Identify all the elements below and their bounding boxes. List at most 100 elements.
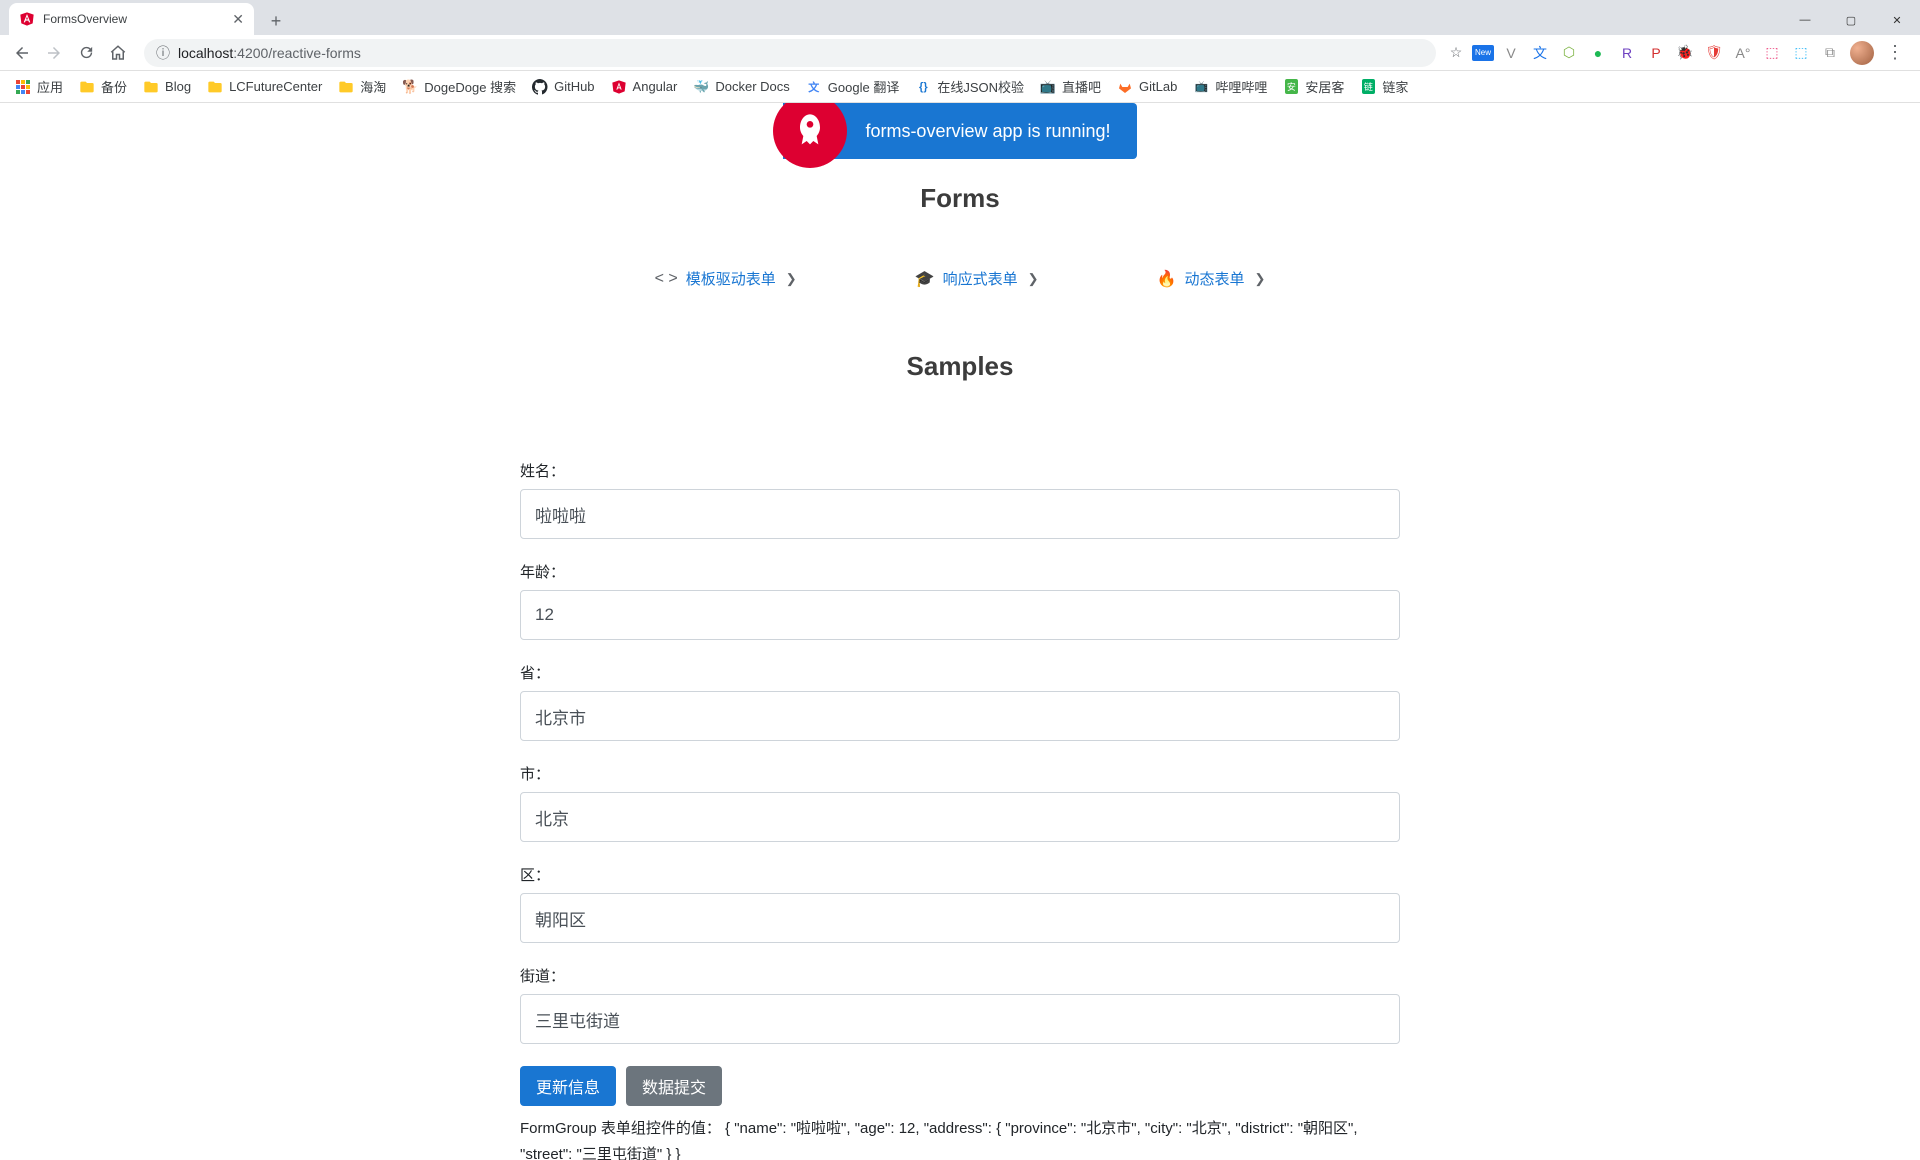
- form-type-link[interactable]: 🎓响应式表单❯: [915, 268, 1039, 289]
- field-input-city[interactable]: [520, 792, 1400, 842]
- extension-icon[interactable]: ⬡: [1557, 41, 1581, 65]
- gh-icon: [532, 79, 548, 95]
- bookmark-item[interactable]: 链链家: [1353, 73, 1415, 100]
- bookmark-label: 链家: [1382, 77, 1408, 96]
- bookmark-item[interactable]: 文 Google 翻译: [799, 73, 907, 100]
- update-button[interactable]: 更新信息: [520, 1066, 616, 1106]
- apps-icon: [15, 79, 31, 95]
- formgroup-output: FormGroup 表单组控件的值： { "name": "啦啦啦", "age…: [520, 1116, 1400, 1160]
- field-label-province: 省：: [520, 662, 1400, 683]
- bookmark-item[interactable]: 🐳Docker Docs: [686, 75, 796, 99]
- reload-button[interactable]: [72, 39, 100, 67]
- field-label-name: 姓名：: [520, 460, 1400, 481]
- extension-icon[interactable]: New: [1472, 45, 1494, 61]
- rocket-icon: [773, 103, 847, 168]
- extension-icon[interactable]: A°: [1731, 41, 1755, 65]
- bookmark-item[interactable]: 安安居客: [1276, 73, 1351, 100]
- field-label-district: 区：: [520, 864, 1400, 885]
- extension-icon[interactable]: 🛡: [1702, 41, 1726, 65]
- gl-icon: [1117, 79, 1133, 95]
- extension-icon[interactable]: ⬚: [1789, 41, 1813, 65]
- home-button[interactable]: [104, 39, 132, 67]
- anjuke-icon: 安: [1283, 79, 1299, 95]
- field-label-street: 街道：: [520, 965, 1400, 986]
- address-bar[interactable]: ⓘ localhost:4200/reactive-forms: [144, 39, 1436, 67]
- page-content: forms-overview app is running! Forms < >…: [0, 103, 1920, 1160]
- bookmark-label: 应用: [37, 77, 63, 96]
- chevron-right-icon: ❯: [786, 271, 797, 287]
- site-info-icon[interactable]: ⓘ: [156, 43, 170, 63]
- link-pre-icon: 🔥: [1157, 269, 1177, 289]
- link-pre-icon: 🎓: [915, 269, 935, 289]
- maximize-button[interactable]: ▢: [1828, 5, 1874, 35]
- browser-nav-bar: ⓘ localhost:4200/reactive-forms ☆ New V文⬡…: [0, 35, 1920, 71]
- tab-close-icon[interactable]: ✕: [232, 11, 244, 28]
- bookmarks-bar: 应用 备份 BlogLCFutureCenter海淘🐕DogeDoge 搜索GitH…: [0, 71, 1920, 103]
- hero-text: forms-overview app is running!: [847, 121, 1136, 142]
- extension-icon[interactable]: R: [1615, 41, 1639, 65]
- forms-heading: Forms: [0, 183, 1920, 214]
- bookmark-label: Angular: [633, 79, 678, 94]
- bookmark-label: GitLab: [1139, 79, 1177, 94]
- bookmark-label: DogeDoge 搜索: [424, 77, 516, 96]
- bookmark-item[interactable]: Blog: [136, 75, 198, 99]
- folder-icon: [143, 79, 159, 95]
- live-icon: 📺: [1040, 79, 1056, 95]
- chrome-menu-icon[interactable]: ⋮: [1878, 42, 1912, 63]
- extension-icon[interactable]: 文: [1528, 41, 1552, 65]
- tab-title: FormsOverview: [43, 12, 224, 26]
- bookmark-item[interactable]: 📺直播吧: [1033, 73, 1108, 100]
- bookmark-item[interactable]: {}在线JSON校验: [908, 73, 1031, 100]
- bookmark-label: 备份: [101, 77, 127, 96]
- form-type-link[interactable]: < > 模板驱动表单 ❯: [655, 268, 797, 289]
- field-label-age: 年龄：: [520, 561, 1400, 582]
- folder-icon: [207, 79, 223, 95]
- close-window-button[interactable]: ✕: [1874, 5, 1920, 35]
- extension-icon[interactable]: V: [1499, 41, 1523, 65]
- gt-icon: 文: [806, 79, 822, 95]
- extension-icons: NewV文⬡●RP🐞🛡A°⬚⬚⧉: [1472, 41, 1842, 65]
- docker-icon: 🐳: [693, 79, 709, 95]
- bookmark-item[interactable]: GitHub: [525, 75, 601, 99]
- bookmark-item[interactable]: LCFutureCenter: [200, 75, 329, 99]
- link-label: 响应式表单: [943, 268, 1018, 289]
- extension-icon[interactable]: P: [1644, 41, 1668, 65]
- extension-icon[interactable]: ●: [1586, 41, 1610, 65]
- submit-button[interactable]: 数据提交: [626, 1066, 722, 1106]
- field-input-district[interactable]: [520, 893, 1400, 943]
- extension-icon[interactable]: ⧉: [1818, 41, 1842, 65]
- bili-icon: 📺: [1193, 79, 1209, 95]
- bookmark-item[interactable]: 应用: [8, 73, 70, 100]
- field-label-city: 市：: [520, 763, 1400, 784]
- url-text: localhost:4200/reactive-forms: [178, 45, 361, 61]
- browser-tab[interactable]: FormsOverview ✕: [9, 3, 254, 35]
- chevron-right-icon: ❯: [1254, 271, 1265, 287]
- field-input-name[interactable]: [520, 489, 1400, 539]
- browser-title-bar: FormsOverview ✕ + — ▢ ✕: [0, 0, 1920, 35]
- lianj-icon: 链: [1360, 79, 1376, 95]
- field-input-province[interactable]: [520, 691, 1400, 741]
- form-type-link[interactable]: 🔥 动态表单 ❯: [1157, 268, 1266, 289]
- link-pre-icon: < >: [655, 270, 678, 288]
- bookmark-star-icon[interactable]: ☆: [1444, 41, 1468, 65]
- hero-banner: forms-overview app is running!: [0, 103, 1920, 159]
- link-label: 模板驱动表单: [686, 268, 776, 289]
- bookmark-item[interactable]: GitLab: [1110, 75, 1184, 99]
- profile-avatar[interactable]: [1850, 41, 1874, 65]
- bookmark-item[interactable]: 🐕DogeDoge 搜索: [395, 73, 523, 100]
- bookmark-item[interactable]: 备份: [72, 73, 134, 100]
- field-input-street[interactable]: [520, 994, 1400, 1044]
- bookmark-item[interactable]: 📺哔哩哔哩: [1186, 73, 1274, 100]
- field-input-age[interactable]: [520, 590, 1400, 640]
- new-tab-button[interactable]: +: [262, 7, 290, 35]
- bookmark-label: Google 翻译: [828, 77, 900, 96]
- extension-icon[interactable]: 🐞: [1673, 41, 1697, 65]
- angular-favicon: [19, 11, 35, 27]
- bookmark-item[interactable]: 海淘: [331, 73, 393, 100]
- minimize-button[interactable]: —: [1782, 5, 1828, 35]
- extension-icon[interactable]: ⬚: [1760, 41, 1784, 65]
- bookmark-item[interactable]: Angular: [604, 75, 685, 99]
- forward-button[interactable]: [40, 39, 68, 67]
- back-button[interactable]: [8, 39, 36, 67]
- link-label: 动态表单: [1184, 268, 1244, 289]
